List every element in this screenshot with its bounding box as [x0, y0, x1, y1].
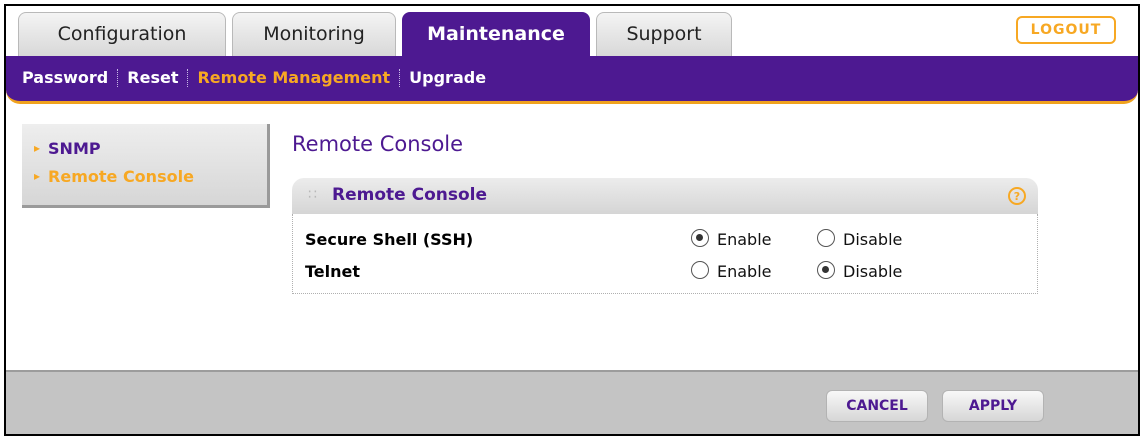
chevron-right-icon: ▸	[34, 169, 41, 183]
side-item-snmp[interactable]: ▸ SNMP	[34, 134, 267, 162]
help-icon[interactable]: ?	[1008, 187, 1026, 205]
panel-title: Remote Console	[332, 185, 488, 205]
side-item-label: SNMP	[48, 138, 101, 158]
cancel-button[interactable]: CANCEL	[826, 390, 928, 422]
submenu-divider	[117, 68, 119, 87]
ssh-row: Secure Shell (SSH) Enable Disable	[293, 224, 1037, 254]
page-title: Remote Console	[292, 132, 464, 156]
telnet-enable-radio[interactable]	[691, 261, 709, 279]
drag-handle-icon: ∷	[308, 187, 317, 203]
side-menu: ▸ SNMP ▸ Remote Console	[22, 124, 270, 208]
ssh-disable-label: Disable	[843, 230, 903, 249]
submenu-divider	[399, 68, 401, 87]
maintenance-submenu: Password Reset Remote Management Upgrade	[6, 56, 1138, 104]
submenu-divider	[187, 68, 189, 87]
router-admin-window: Configuration Monitoring Maintenance Sup…	[4, 4, 1140, 436]
telnet-disable-radio[interactable]	[817, 261, 835, 279]
ssh-disable-radio[interactable]	[817, 229, 835, 247]
telnet-enable-label: Enable	[717, 262, 772, 281]
tab-configuration[interactable]: Configuration	[18, 12, 226, 56]
logout-button[interactable]: LOGOUT	[1016, 16, 1116, 44]
tab-maintenance[interactable]: Maintenance	[402, 12, 590, 56]
ssh-label: Secure Shell (SSH)	[305, 230, 474, 249]
side-item-remote-console[interactable]: ▸ Remote Console	[34, 162, 267, 190]
submenu-remote-management[interactable]: Remote Management	[197, 68, 390, 87]
telnet-row: Telnet Enable Disable	[293, 256, 1037, 286]
telnet-label: Telnet	[305, 262, 361, 281]
telnet-disable-label: Disable	[843, 262, 903, 281]
panel-body: Secure Shell (SSH) Enable Disable Telnet…	[292, 214, 1038, 294]
panel-header: ∷ Remote Console ?	[292, 178, 1038, 214]
footer-bar: CANCEL APPLY	[6, 370, 1138, 434]
chevron-right-icon: ▸	[34, 141, 41, 155]
radio-selected-dot	[822, 266, 829, 273]
tab-support[interactable]: Support	[596, 12, 732, 56]
ssh-enable-radio[interactable]	[691, 229, 709, 247]
side-item-label: Remote Console	[48, 166, 194, 186]
top-tab-bar: Configuration Monitoring Maintenance Sup…	[6, 6, 1138, 56]
submenu-reset[interactable]: Reset	[127, 68, 178, 87]
radio-selected-dot	[696, 234, 703, 241]
remote-console-panel: ∷ Remote Console ? Secure Shell (SSH) En…	[292, 178, 1038, 294]
apply-button[interactable]: APPLY	[942, 390, 1044, 422]
submenu-password[interactable]: Password	[22, 68, 108, 87]
submenu-upgrade[interactable]: Upgrade	[409, 68, 486, 87]
tab-monitoring[interactable]: Monitoring	[232, 12, 396, 56]
ssh-enable-label: Enable	[717, 230, 772, 249]
